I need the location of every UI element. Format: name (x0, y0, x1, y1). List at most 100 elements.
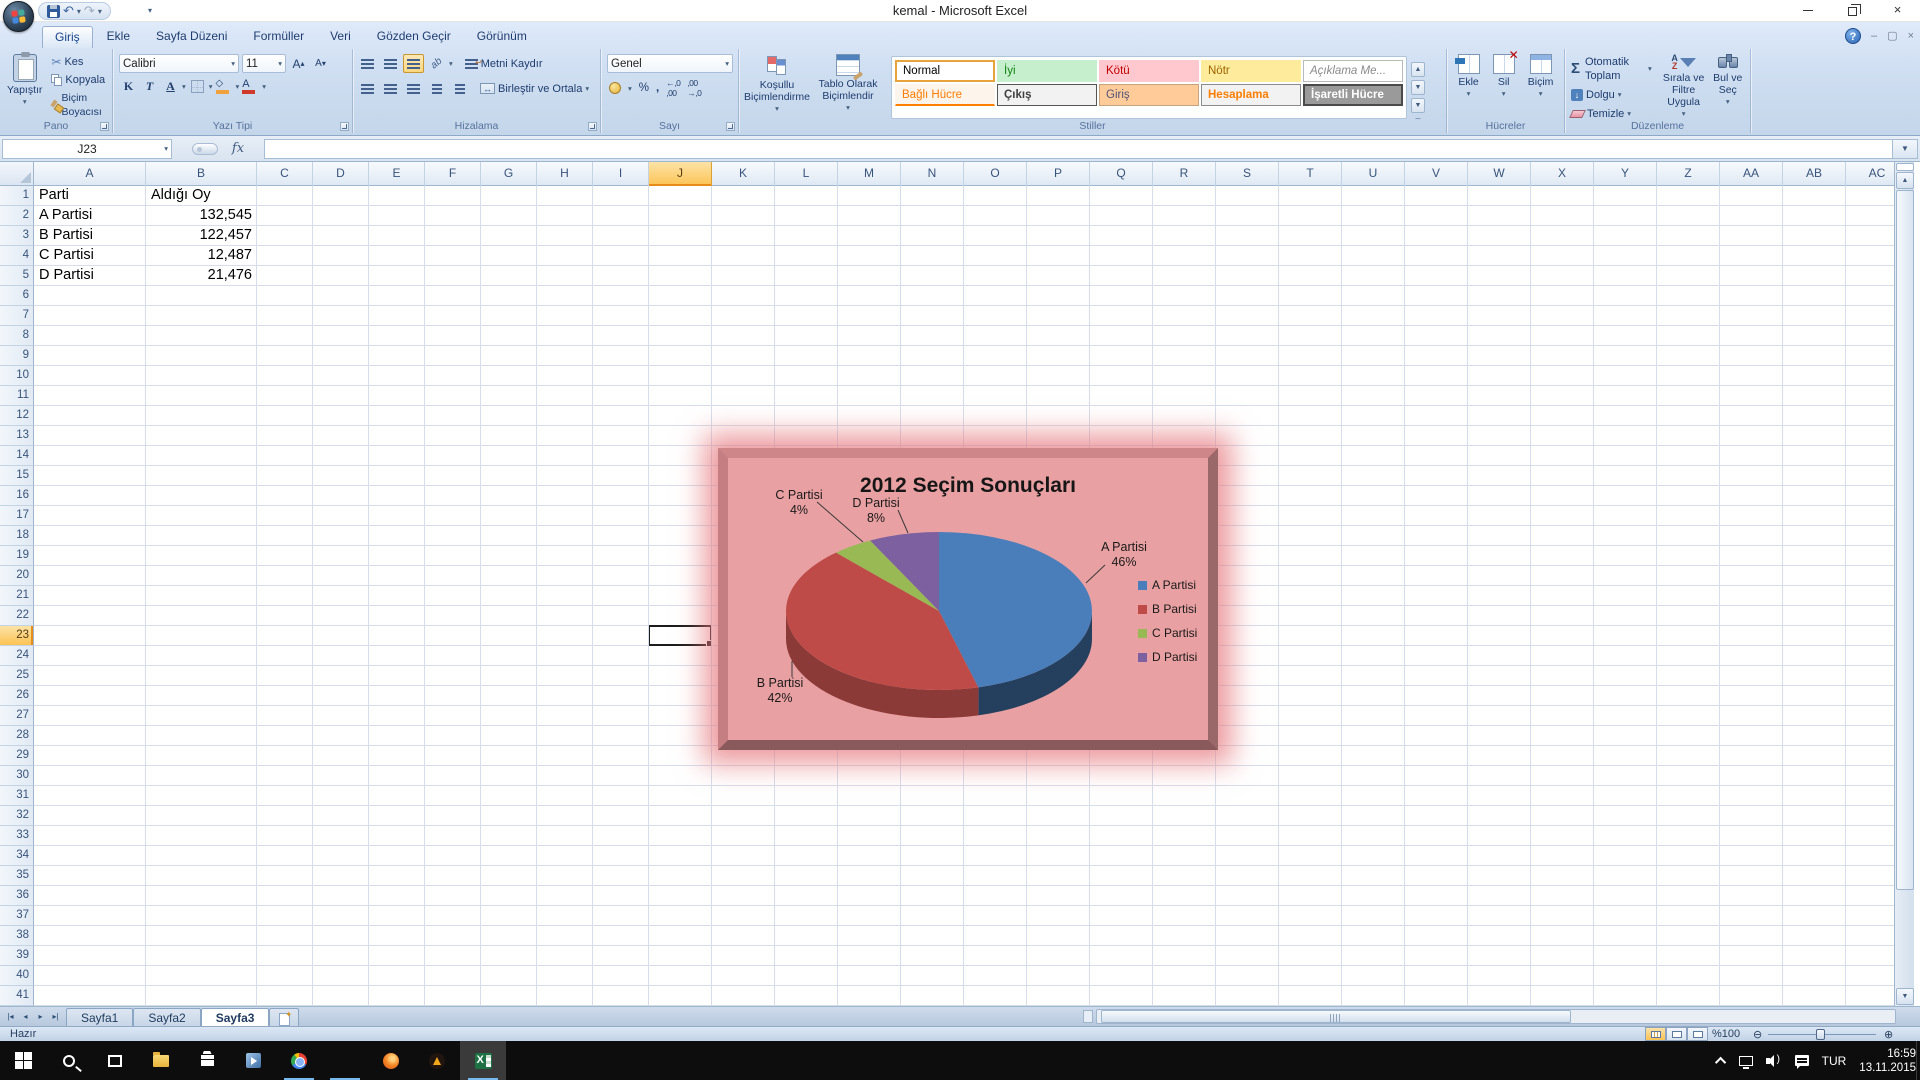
align-left-button[interactable] (357, 79, 378, 98)
accounting-format-icon[interactable] (609, 82, 621, 94)
row-header-26[interactable]: 26 (0, 686, 34, 706)
cell-style-note[interactable]: Açıklama Me... (1303, 60, 1403, 82)
qat-customize-icon[interactable]: ▾ (148, 6, 152, 15)
next-sheet-icon[interactable]: ▸ (34, 1012, 47, 1021)
row-header-31[interactable]: 31 (0, 786, 34, 806)
horizontal-scroll-thumb[interactable] (1101, 1010, 1571, 1023)
format-cells-button[interactable]: Biçim▾ (1525, 52, 1557, 119)
select-all-corner[interactable] (0, 162, 34, 186)
number-dialog-launcher-icon[interactable] (726, 122, 735, 131)
sheet-tab-sayfa3[interactable]: Sayfa3 (201, 1008, 270, 1026)
font-color-button[interactable]: A (241, 78, 260, 95)
conditional-formatting-button[interactable]: Koşullu Biçimlendirme▾ (743, 52, 811, 119)
column-header-I[interactable]: I (593, 162, 649, 186)
column-header-C[interactable]: C (257, 162, 313, 186)
zoom-level[interactable]: %100 (1712, 1028, 1740, 1040)
row-header-28[interactable]: 28 (0, 726, 34, 746)
cell-style-calc[interactable]: Hesaplama (1201, 84, 1301, 106)
dark-app-taskbar-button[interactable] (322, 1041, 368, 1080)
sheet-tab-sayfa1[interactable]: Sayfa1 (66, 1008, 133, 1026)
column-header-J[interactable]: J (649, 162, 712, 186)
legend-item-a-partisi[interactable]: A Partisi (1138, 578, 1197, 592)
fill-color-dropdown[interactable]: ▾ (236, 82, 240, 91)
cell-style-neutral[interactable]: Nötr (1201, 60, 1301, 82)
cell-style-good[interactable]: İyi (997, 60, 1097, 82)
decrease-indent-button[interactable] (426, 79, 447, 98)
row-header-3[interactable]: 3 (0, 226, 34, 246)
legend-item-b-partisi[interactable]: B Partisi (1138, 602, 1197, 616)
orientation-dropdown[interactable]: ▾ (449, 59, 453, 68)
delete-cells-button[interactable]: Sil▾ (1490, 52, 1518, 119)
legend-item-d-partisi[interactable]: D Partisi (1138, 650, 1197, 664)
font-color-dropdown[interactable]: ▾ (262, 82, 266, 91)
row-header-29[interactable]: 29 (0, 746, 34, 766)
row-header-37[interactable]: 37 (0, 906, 34, 926)
paste-button[interactable]: Yapıştır ▾ (4, 52, 45, 120)
vertical-scrollbar[interactable]: ▲ ▼ (1894, 162, 1914, 1006)
scroll-down-icon[interactable]: ▼ (1896, 988, 1914, 1005)
borders-button[interactable] (188, 77, 207, 96)
minimize-button[interactable] (1785, 0, 1830, 22)
row-header-34[interactable]: 34 (0, 846, 34, 866)
cell-B3[interactable]: 122,457 (147, 226, 256, 246)
align-top-button[interactable] (357, 54, 378, 73)
paste-dropdown[interactable]: ▾ (23, 96, 27, 108)
column-header-T[interactable]: T (1279, 162, 1342, 186)
first-sheet-icon[interactable]: |◂ (4, 1012, 17, 1021)
gallery-up-icon[interactable]: ▲ (1411, 62, 1425, 77)
row-header-20[interactable]: 20 (0, 566, 34, 586)
notification-icon[interactable] (1795, 1055, 1809, 1066)
workbook-close-icon[interactable]: × (1908, 29, 1914, 43)
cell-style-bad[interactable]: Kötü (1099, 60, 1199, 82)
wrap-text-button[interactable]: Metni Kaydır (463, 56, 545, 72)
row-header-9[interactable]: 9 (0, 346, 34, 366)
borders-dropdown[interactable]: ▾ (209, 82, 213, 91)
start-taskbar-button[interactable] (0, 1041, 46, 1080)
number-format-combo[interactable]: Genel▾ (607, 54, 733, 73)
ribbon-tab-görünüm[interactable]: Görünüm (465, 26, 539, 48)
close-button[interactable]: × (1875, 0, 1920, 22)
split-handle[interactable] (1896, 163, 1914, 171)
row-header-14[interactable]: 14 (0, 446, 34, 466)
show-desktop-button[interactable] (1916, 1041, 1920, 1080)
percent-style-button[interactable]: % (639, 82, 649, 94)
network-icon[interactable] (1739, 1056, 1753, 1066)
align-right-button[interactable] (403, 79, 424, 98)
aimp-taskbar-button[interactable] (414, 1041, 460, 1080)
legend-item-c-partisi[interactable]: C Partisi (1138, 626, 1197, 640)
zoom-out-icon[interactable]: ⊖ (1753, 1028, 1762, 1041)
column-header-D[interactable]: D (313, 162, 369, 186)
chrome-taskbar-button[interactable] (276, 1041, 322, 1080)
column-header-Y[interactable]: Y (1594, 162, 1657, 186)
undo-dropdown[interactable]: ▾ (77, 7, 81, 16)
row-header-40[interactable]: 40 (0, 966, 34, 986)
row-header-4[interactable]: 4 (0, 246, 34, 266)
row-header-7[interactable]: 7 (0, 306, 34, 326)
firefox-taskbar-button[interactable] (368, 1041, 414, 1080)
increase-indent-button[interactable] (449, 79, 470, 98)
last-sheet-icon[interactable]: ▸| (49, 1012, 62, 1021)
tray-expand-icon[interactable] (1715, 1056, 1726, 1067)
page-layout-view-button[interactable] (1666, 1027, 1687, 1041)
ribbon-tab-giriş[interactable]: Giriş (42, 26, 93, 48)
format-painter-button[interactable]: Biçim Boyacısı (49, 90, 108, 120)
underline-button[interactable]: A (161, 77, 180, 96)
ribbon-tab-formüller[interactable]: Formüller (241, 26, 316, 48)
formula-bar-expand-icon[interactable]: ▼ (1892, 139, 1918, 159)
format-as-table-button[interactable]: Tablo Olarak Biçimlendir▾ (811, 52, 885, 119)
ribbon-tab-veri[interactable]: Veri (318, 26, 363, 48)
align-middle-button[interactable] (380, 54, 401, 73)
column-header-B[interactable]: B (146, 162, 257, 186)
prev-sheet-icon[interactable]: ◂ (19, 1012, 32, 1021)
row-header-27[interactable]: 27 (0, 706, 34, 726)
formula-input[interactable] (264, 139, 1892, 159)
column-header-N[interactable]: N (901, 162, 964, 186)
chart-legend[interactable]: A Partisi B Partisi C Partisi D Partisi (1138, 578, 1197, 664)
row-header-17[interactable]: 17 (0, 506, 34, 526)
normal-view-button[interactable] (1645, 1027, 1666, 1041)
row-header-13[interactable]: 13 (0, 426, 34, 446)
gallery-down-icon[interactable]: ▼ (1411, 80, 1425, 95)
workbook-minimize-icon[interactable]: – (1871, 29, 1877, 43)
alignment-dialog-launcher-icon[interactable] (588, 122, 597, 131)
fill-color-button[interactable]: ◇ (215, 78, 234, 95)
